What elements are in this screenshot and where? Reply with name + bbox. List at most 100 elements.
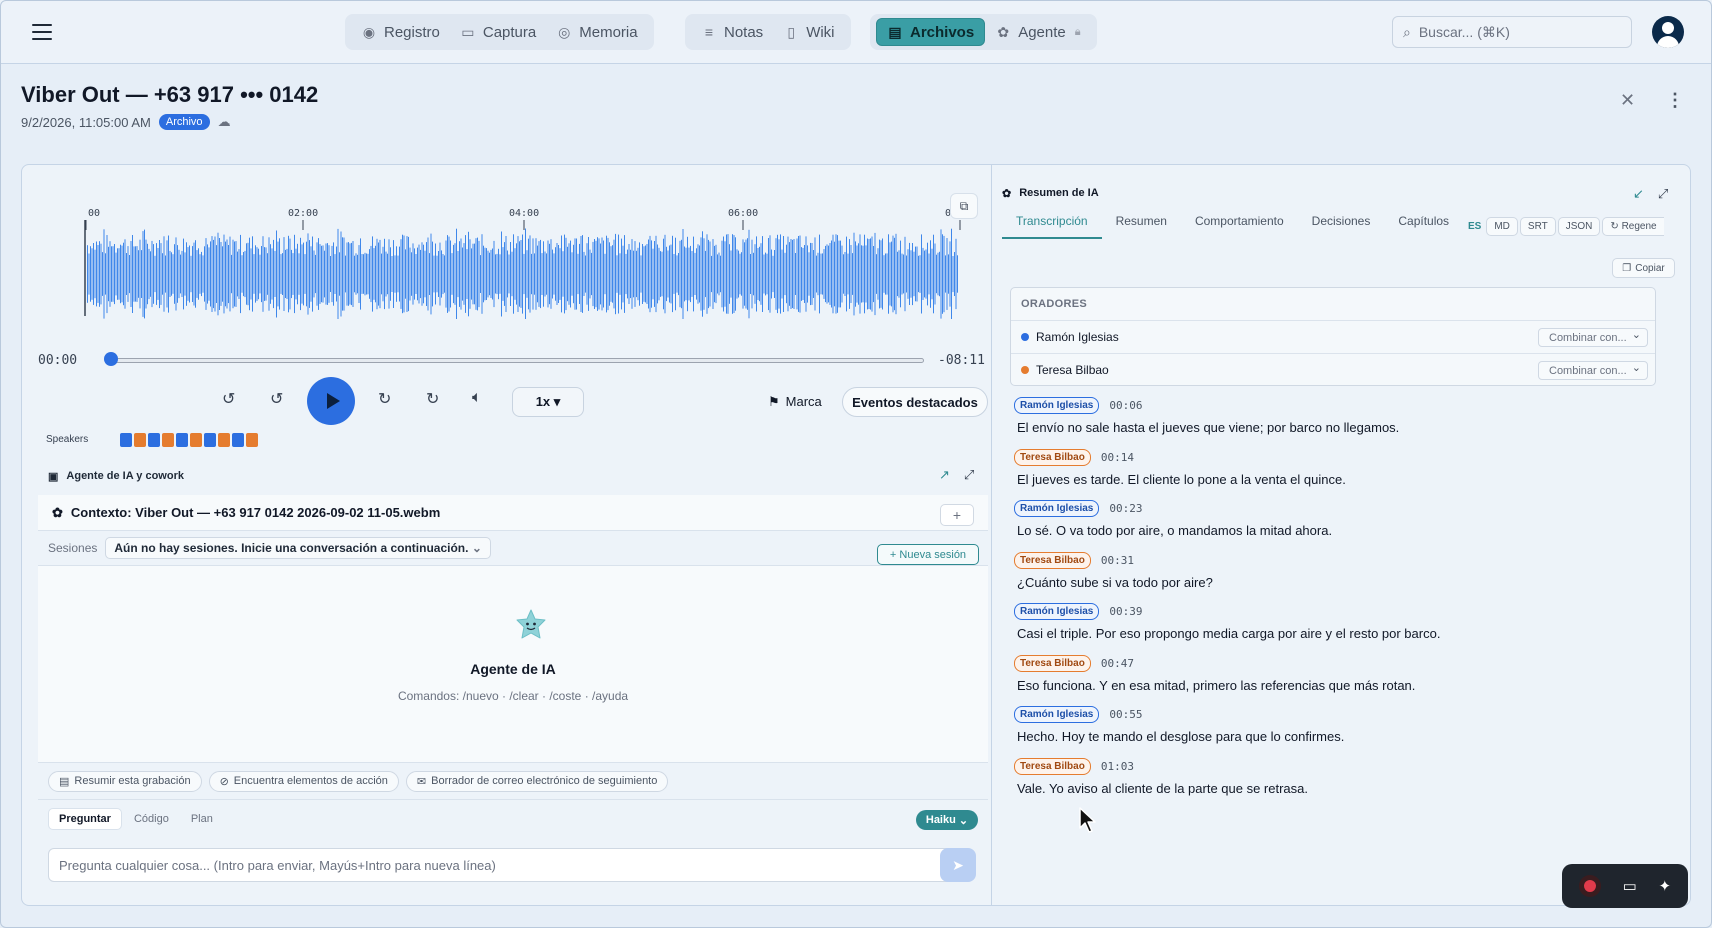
- draft-email-button[interactable]: ✉ Borrador de correo electrónico de segui…: [405, 770, 669, 792]
- highlight-events-button[interactable]: Eventos destacados: [842, 387, 988, 417]
- transcript-segment[interactable]: Teresa Bilbao 00:14 El jueves es tarde. El…: [1014, 449, 1346, 487]
- segment-header: Ramón Iglesias 00:55: [1014, 706, 1344, 723]
- model-select[interactable]: Haiku ⌄: [916, 810, 978, 830]
- speaker-segment[interactable]: [232, 433, 244, 447]
- transcript-segment[interactable]: Ramón Iglesias 00:55 Hecho. Hoy te mando e…: [1014, 706, 1344, 744]
- transcript-segment[interactable]: Teresa Bilbao 01:03 Vale. Yo aviso al clie…: [1014, 758, 1308, 796]
- nav-agente[interactable]: ✿ Agente 🔒︎: [985, 18, 1090, 46]
- more-options-icon[interactable]: ⋮: [1666, 90, 1684, 111]
- merge-speaker-select[interactable]: Combinar con...: [1538, 328, 1648, 347]
- mode-plan[interactable]: Plan: [181, 809, 223, 829]
- transcript-segment[interactable]: Ramón Iglesias 00:39 Casi el triple. Por e…: [1014, 603, 1440, 641]
- bookmark-button[interactable]: ⚑ Marca: [768, 394, 822, 410]
- copy-button[interactable]: ❐ Copiar: [1612, 258, 1675, 278]
- skip-back-long-icon[interactable]: ↺: [222, 389, 235, 409]
- agent-icon: ✿: [52, 504, 63, 520]
- skip-back-icon[interactable]: ↺: [270, 389, 283, 409]
- speaker-segment[interactable]: [162, 433, 174, 447]
- mode-preguntar[interactable]: Preguntar: [48, 808, 122, 830]
- nav-captura[interactable]: ▭ Captura: [450, 18, 546, 46]
- transcript-segment[interactable]: Ramón Iglesias 00:06 El envío no sale hast…: [1014, 397, 1399, 435]
- speaker-tag[interactable]: Teresa Bilbao: [1014, 758, 1091, 775]
- skip-forward-icon[interactable]: ↻: [378, 389, 391, 409]
- play-button[interactable]: [307, 377, 355, 425]
- segment-timestamp[interactable]: 00:23: [1109, 502, 1142, 515]
- seek-bar[interactable]: [110, 358, 924, 363]
- export-md-button[interactable]: MD: [1486, 217, 1518, 236]
- speaker-segment[interactable]: [134, 433, 146, 447]
- nav-registro[interactable]: ◉ Registro: [351, 18, 450, 46]
- picture-in-picture-icon[interactable]: ⧉: [950, 193, 978, 219]
- expand-icon[interactable]: ⤢: [964, 467, 974, 483]
- agent-avatar-icon: [516, 609, 546, 639]
- tab-comportamiento[interactable]: Comportamiento: [1181, 209, 1298, 239]
- tab-capitulos[interactable]: Capítulos: [1384, 209, 1463, 239]
- close-icon[interactable]: ✕: [1620, 90, 1635, 111]
- segment-timestamp[interactable]: 00:31: [1101, 554, 1134, 567]
- tab-transcripcion[interactable]: Transcripción: [1002, 209, 1102, 239]
- search-input[interactable]: ⌕ Buscar... (⌘K): [1392, 16, 1632, 48]
- speaker-segment[interactable]: [218, 433, 230, 447]
- screen-capture-icon[interactable]: ▭: [1623, 877, 1637, 895]
- expand-icon[interactable]: ⤢: [1658, 186, 1668, 202]
- collapse-icon[interactable]: ↙: [1633, 186, 1644, 202]
- nav-archivos[interactable]: ▤ Archivos: [876, 18, 986, 46]
- speaker-segment[interactable]: [176, 433, 188, 447]
- speaker-segment[interactable]: [246, 433, 258, 447]
- speaker-tag[interactable]: Teresa Bilbao: [1014, 655, 1091, 672]
- avatar[interactable]: [1652, 16, 1684, 48]
- segment-timestamp[interactable]: 00:14: [1101, 451, 1134, 464]
- tab-decisiones[interactable]: Decisiones: [1298, 209, 1385, 239]
- add-context-button[interactable]: +: [940, 504, 974, 526]
- sessions-dropdown[interactable]: Aún no hay sesiones. Inicie una conversa…: [105, 537, 491, 559]
- nav-memoria[interactable]: ◎ Memoria: [546, 18, 647, 46]
- skip-forward-long-icon[interactable]: ↻: [426, 389, 439, 409]
- summarize-button[interactable]: ▤ Resumir esta grabación: [48, 770, 202, 792]
- popout-icon[interactable]: ↗: [939, 467, 950, 483]
- nav-notas[interactable]: ≡ Notas: [691, 18, 773, 46]
- mode-codigo[interactable]: Código: [124, 809, 179, 829]
- cloud-upload-icon[interactable]: ☁: [218, 114, 231, 130]
- transcript-segment[interactable]: Teresa Bilbao 00:47 Eso funciona. Y en esa…: [1014, 655, 1415, 693]
- record-button[interactable]: [1578, 875, 1601, 897]
- segment-timestamp[interactable]: 00:55: [1109, 708, 1142, 721]
- segment-timestamp[interactable]: 00:47: [1101, 657, 1134, 670]
- transcript-segment[interactable]: Teresa Bilbao 00:31 ¿Cuánto sube si va tod…: [1014, 552, 1213, 590]
- speaker-tag[interactable]: Ramón Iglesias: [1014, 706, 1100, 723]
- volume-icon[interactable]: 🔈︎: [472, 389, 482, 407]
- send-button[interactable]: ➤: [940, 848, 976, 882]
- speaker-tag[interactable]: Ramón Iglesias: [1014, 397, 1100, 414]
- segment-text: El envío no sale hasta el jueves que vie…: [1017, 420, 1400, 435]
- merge-speaker-select[interactable]: Combinar con...: [1538, 361, 1648, 380]
- transcript-segment[interactable]: Ramón Iglesias 00:23 Lo sé. O va todo por …: [1014, 500, 1332, 538]
- segment-timestamp[interactable]: 00:06: [1109, 399, 1142, 412]
- sparkle-icon[interactable]: ✦: [1659, 877, 1672, 895]
- speaker-segment[interactable]: [148, 433, 160, 447]
- seek-knob[interactable]: [104, 352, 118, 366]
- nav-wiki[interactable]: ▯ Wiki: [773, 18, 844, 46]
- speaker-tag[interactable]: Teresa Bilbao: [1014, 552, 1091, 569]
- speaker-tag[interactable]: Ramón Iglesias: [1014, 603, 1100, 620]
- speaker-tag[interactable]: Teresa Bilbao: [1014, 449, 1091, 466]
- waveform[interactable]: 0002:0004:0006:0008:0: [63, 204, 966, 319]
- speaker-segment[interactable]: [204, 433, 216, 447]
- summary-tabs: Transcripción Resumen Comportamiento Dec…: [1002, 209, 1463, 239]
- speed-select[interactable]: 1x ▾: [512, 387, 584, 417]
- timeline-tick-label: 06:00: [728, 208, 758, 219]
- speaker-segment[interactable]: [120, 433, 132, 447]
- tab-resumen[interactable]: Resumen: [1102, 209, 1181, 239]
- speaker-tag[interactable]: Ramón Iglesias: [1014, 500, 1100, 517]
- speaker-segment[interactable]: [190, 433, 202, 447]
- new-session-button[interactable]: + Nueva sesión: [877, 544, 979, 565]
- speaker-row: Ramón Iglesias Combinar con...: [1011, 320, 1655, 353]
- chat-input[interactable]: Pregunta cualquier cosa... (Intro para e…: [48, 848, 953, 882]
- export-json-button[interactable]: JSON: [1557, 217, 1601, 236]
- segment-timestamp[interactable]: 01:03: [1101, 760, 1134, 773]
- timeline-tick-label: 02:00: [288, 208, 318, 219]
- find-action-items-button[interactable]: ⊘ Encuentra elementos de acción: [208, 770, 399, 792]
- export-srt-button[interactable]: SRT: [1519, 217, 1556, 236]
- menu-icon[interactable]: [30, 21, 54, 43]
- regenerate-button[interactable]: ↻ Regene: [1602, 217, 1664, 236]
- segment-timestamp[interactable]: 00:39: [1109, 605, 1142, 618]
- language-toggle[interactable]: ES: [1468, 221, 1481, 232]
